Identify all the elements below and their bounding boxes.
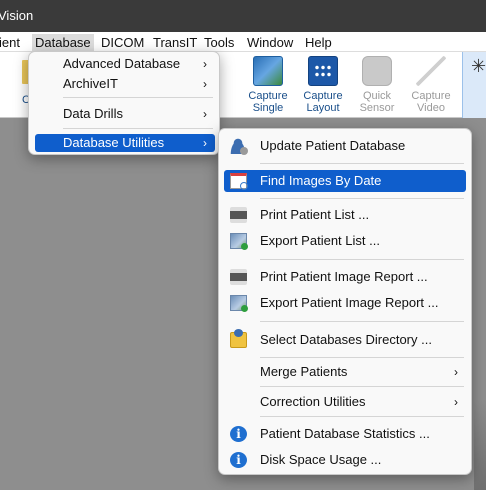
info-icon: i: [230, 452, 247, 468]
menu-separator: [63, 97, 213, 98]
menu-item-find-images-by-date[interactable]: Find Images By Date: [224, 170, 466, 192]
folder-user-icon: [230, 329, 247, 348]
menu-item-label: Database Utilities: [63, 135, 165, 150]
capture-layout-icon: [308, 56, 338, 86]
menu-item-data-drills[interactable]: Data Drills ›: [35, 105, 215, 123]
menu-item-label: Merge Patients: [260, 364, 348, 379]
menu-item-patient-database-statistics[interactable]: i Patient Database Statistics ...: [224, 423, 466, 445]
menu-tools[interactable]: Tools: [201, 34, 237, 51]
printer-icon: [230, 207, 247, 223]
chevron-right-icon: ›: [454, 395, 458, 409]
menu-item-update-patient-database[interactable]: Update Patient Database: [224, 135, 466, 157]
printer-icon: [230, 269, 247, 285]
menu-item-label: Export Patient List ...: [260, 233, 380, 248]
info-icon: i: [230, 426, 247, 442]
menu-item-label: Disk Space Usage ...: [260, 452, 382, 467]
menu-item-export-patient-list[interactable]: Export Patient List ...: [224, 230, 466, 252]
chevron-right-icon: ›: [203, 77, 207, 91]
menu-help[interactable]: Help: [302, 34, 335, 51]
menu-separator: [63, 128, 213, 129]
menu-separator: [260, 416, 464, 417]
find-images-icon: [230, 173, 248, 190]
menu-item-print-patient-image-report[interactable]: Print Patient Image Report ...: [224, 266, 466, 288]
export-icon: [230, 295, 248, 312]
toolbar-overflow-button[interactable]: ✳: [462, 52, 486, 118]
capture-video-label-2: Video: [417, 102, 445, 114]
menu-item-advanced-database[interactable]: Advanced Database ›: [35, 55, 215, 73]
chevron-right-icon: ›: [203, 57, 207, 71]
menu-item-select-databases-directory[interactable]: Select Databases Directory ...: [224, 329, 466, 351]
menu-item-label: Print Patient Image Report ...: [260, 269, 428, 284]
quick-sensor-label-2: Sensor: [359, 102, 395, 114]
menu-item-label: Advanced Database: [63, 56, 181, 71]
capture-layout-button[interactable]: Capture Layout: [300, 56, 346, 114]
capture-layout-label-2: Layout: [306, 102, 340, 114]
menu-dicom[interactable]: DICOM: [98, 34, 147, 51]
chevron-right-icon: ›: [454, 365, 458, 379]
chevron-right-icon: ›: [203, 107, 207, 121]
capture-video-icon: [416, 56, 446, 86]
quick-sensor-icon: [362, 56, 392, 86]
menu-item-merge-patients[interactable]: Merge Patients ›: [224, 361, 466, 383]
menu-separator: [260, 321, 464, 322]
workspace-shadow: [474, 400, 486, 490]
menu-item-label: Correction Utilities: [260, 394, 366, 409]
chevron-right-icon: ›: [203, 136, 207, 150]
menu-item-print-patient-list[interactable]: Print Patient List ...: [224, 204, 466, 226]
menu-item-archiveit[interactable]: ArchiveIT ›: [35, 75, 215, 93]
menu-item-label: ArchiveIT: [63, 76, 118, 91]
menu-separator: [260, 357, 464, 358]
menu-item-database-utilities[interactable]: Database Utilities ›: [35, 134, 215, 152]
menu-item-label: Find Images By Date: [260, 173, 382, 188]
menu-separator: [260, 386, 464, 387]
capture-layout-label-1: Capture: [303, 90, 343, 102]
menu-item-export-patient-image-report[interactable]: Export Patient Image Report ...: [224, 292, 466, 314]
capture-single-icon: [253, 56, 283, 86]
capture-single-button[interactable]: Capture Single: [245, 56, 291, 114]
menu-item-correction-utilities[interactable]: Correction Utilities ›: [224, 391, 466, 413]
title-bar: Vision: [0, 0, 486, 32]
capture-single-label-1: Capture: [248, 90, 288, 102]
database-menu: Advanced Database › ArchiveIT › Data Dri…: [28, 51, 220, 155]
menu-item-label: Patient Database Statistics ...: [260, 426, 430, 441]
capture-single-label-2: Single: [252, 102, 284, 114]
menu-item-label: Update Patient Database: [260, 138, 406, 153]
menu-database[interactable]: Database: [32, 34, 94, 51]
menu-item-label: Data Drills: [63, 106, 123, 121]
menu-item-label: Select Databases Directory ...: [260, 332, 432, 347]
menu-bar: ient Database DICOM TransIT Tools Window…: [0, 32, 486, 52]
menu-separator: [260, 163, 464, 164]
capture-video-button[interactable]: Capture Video: [408, 56, 454, 114]
window-title: Vision: [0, 8, 34, 23]
menu-transit[interactable]: TransIT: [150, 34, 200, 51]
menu-separator: [260, 198, 464, 199]
database-utilities-menu: Update Patient Database Find Images By D…: [218, 128, 472, 475]
quick-sensor-button[interactable]: Quick Sensor: [354, 56, 400, 114]
menu-item-label: Print Patient List ...: [260, 207, 370, 222]
menu-separator: [260, 259, 464, 260]
menu-item-disk-space-usage[interactable]: i Disk Space Usage ...: [224, 449, 466, 471]
quick-sensor-label-1: Quick: [362, 90, 392, 102]
menu-patient[interactable]: ient: [0, 34, 23, 51]
user-sync-icon: [230, 138, 248, 155]
menu-window[interactable]: Window: [244, 34, 296, 51]
sparkle-icon: ✳: [471, 56, 486, 76]
export-icon: [230, 233, 248, 250]
capture-video-label-1: Capture: [411, 90, 451, 102]
menu-item-label: Export Patient Image Report ...: [260, 295, 439, 310]
